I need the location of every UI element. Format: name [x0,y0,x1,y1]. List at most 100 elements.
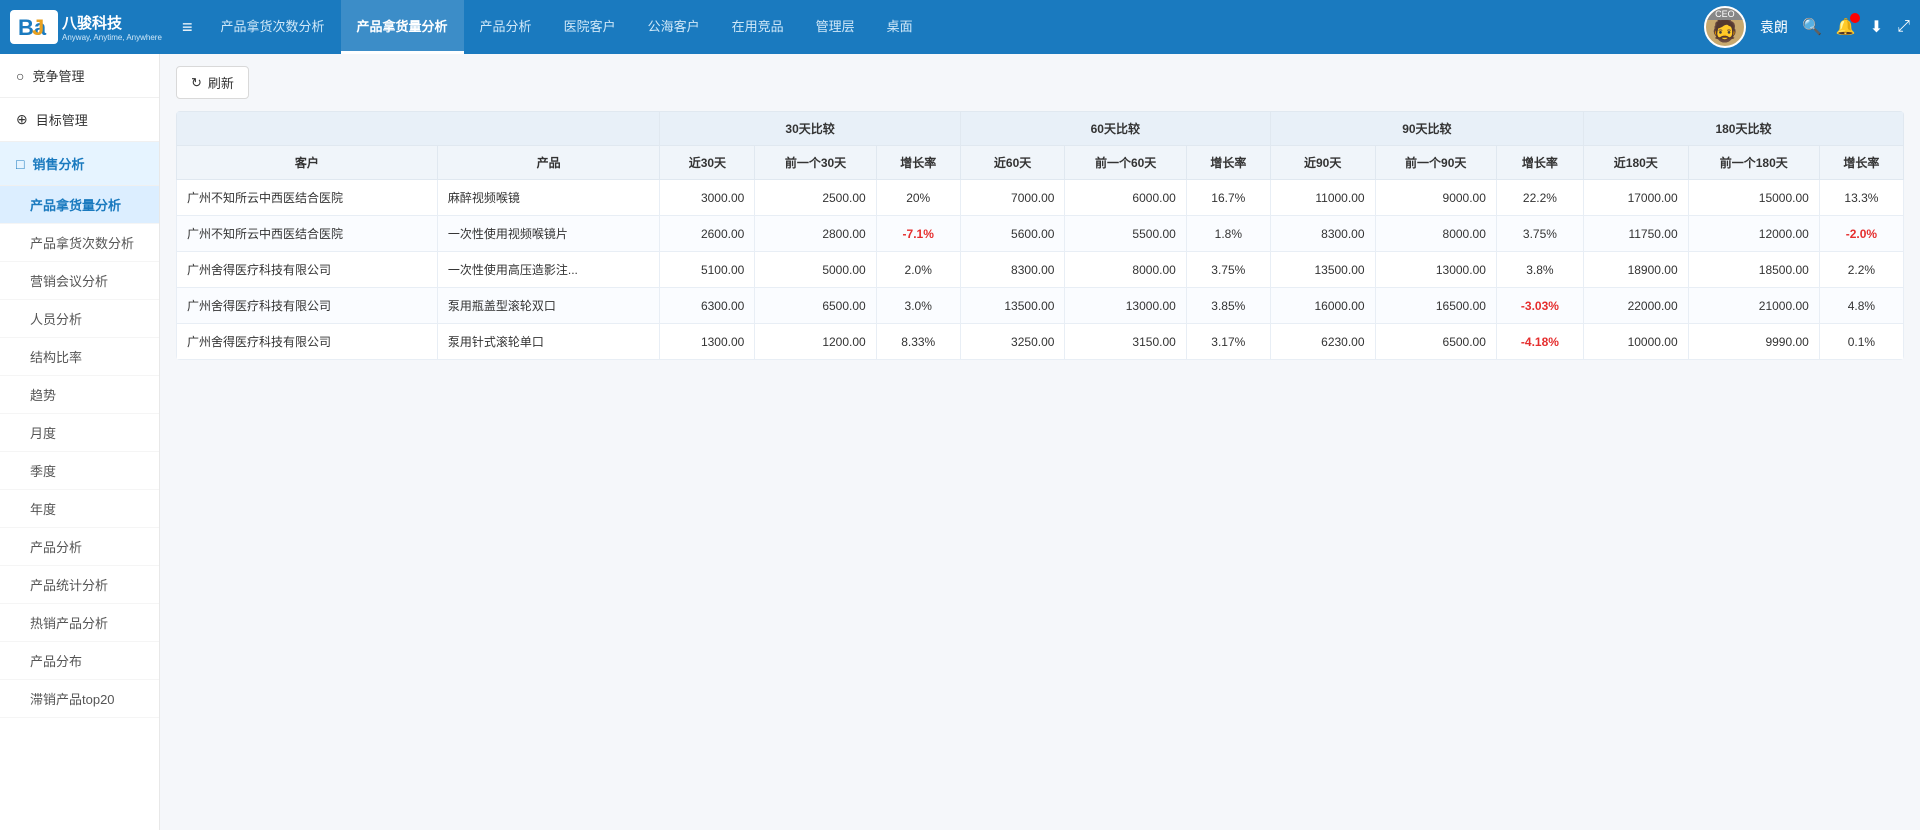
cell-r2-c13: 2.2% [1819,252,1903,288]
cell-r3-c8: 16000.00 [1270,288,1375,324]
nav-tab-tab8[interactable]: 桌面 [871,0,929,54]
menu-icon[interactable]: ≡ [182,17,193,38]
sidebar-sub-s6[interactable]: 趋势 [0,376,159,414]
sidebar-sub-s12[interactable]: 热销产品分析 [0,604,159,642]
cell-r1-c11: 11750.00 [1583,216,1688,252]
col-header-5: 近60天 [960,146,1065,180]
col-header-9: 前一个90天 [1375,146,1496,180]
sidebar-sub-s14[interactable]: 滞销产品top20 [0,680,159,718]
bell-badge [1850,13,1860,23]
top-navigation: Ba J 八骏科技 Anyway, Anytime, Anywhere ≡ 产品… [0,0,1920,54]
cell-r4-c9: 6500.00 [1375,324,1496,360]
col-header-13: 增长率 [1819,146,1903,180]
nav-tab-tab5[interactable]: 公海客户 [632,0,716,54]
cell-r0-c8: 11000.00 [1270,180,1375,216]
col-header-10: 增长率 [1496,146,1583,180]
avatar: CEO 🧔 [1704,6,1746,48]
cell-r3-c3: 6500.00 [755,288,876,324]
sidebar-sub-s11[interactable]: 产品统计分析 [0,566,159,604]
cell-r4-c6: 3150.00 [1065,324,1186,360]
username: 袁朗 [1760,17,1788,37]
nav-tab-tab2[interactable]: 产品拿货量分析 [341,0,464,54]
cell-r4-c11: 10000.00 [1583,324,1688,360]
col-header-12: 前一个180天 [1688,146,1819,180]
cell-r3-c5: 13500.00 [960,288,1065,324]
cell-r4-c8: 6230.00 [1270,324,1375,360]
sidebar: ○竞争管理⊕目标管理□销售分析产品拿货量分析产品拿货次数分析营销会议分析人员分析… [0,54,160,830]
cell-r2-c0: 广州舍得医疗科技有限公司 [177,252,438,288]
cell-r0-c4: 20% [876,180,960,216]
cell-r4-c13: 0.1% [1819,324,1903,360]
sidebar-icon-g3: □ [16,156,24,172]
nav-tab-tab3[interactable]: 产品分析 [464,0,548,54]
cell-r3-c2: 6300.00 [660,288,755,324]
sidebar-item-g2[interactable]: ⊕目标管理 [0,98,159,142]
cell-r2-c2: 5100.00 [660,252,755,288]
logo-box: Ba J [10,10,58,44]
cell-r4-c4: 8.33% [876,324,960,360]
cell-r1-c1: 一次性使用视频喉镜片 [437,216,660,252]
sidebar-icon-g2: ⊕ [16,111,28,128]
cell-r2-c3: 5000.00 [755,252,876,288]
sidebar-item-g1[interactable]: ○竞争管理 [0,54,159,98]
data-table: 30天比较60天比较90天比较180天比较客户产品近30天前一个30天增长率近6… [176,111,1904,360]
sidebar-sub-s2[interactable]: 产品拿货次数分析 [0,224,159,262]
table-wrapper: 30天比较60天比较90天比较180天比较客户产品近30天前一个30天增长率近6… [176,111,1904,360]
sidebar-sub-s8[interactable]: 季度 [0,452,159,490]
logo-text: 八骏科技 Anyway, Anytime, Anywhere [58,12,162,42]
col-header-8: 近90天 [1270,146,1375,180]
table-row: 广州不知所云中西医结合医院麻醉视频喉镜3000.002500.0020%7000… [177,180,1904,216]
cell-r4-c1: 泵用针式滚轮单口 [437,324,660,360]
main-layout: ○竞争管理⊕目标管理□销售分析产品拿货量分析产品拿货次数分析营销会议分析人员分析… [0,54,1920,830]
bell-container: 🔔 [1836,17,1856,37]
cell-r3-c0: 广州舍得医疗科技有限公司 [177,288,438,324]
header-group-1: 30天比较 [660,112,960,146]
cell-r1-c0: 广州不知所云中西医结合医院 [177,216,438,252]
cell-r2-c12: 18500.00 [1688,252,1819,288]
cell-r1-c9: 8000.00 [1375,216,1496,252]
avatar-face: 🧔 [1711,18,1738,44]
nav-tab-tab4[interactable]: 医院客户 [548,0,632,54]
cell-r0-c13: 13.3% [1819,180,1903,216]
sidebar-sub-s13[interactable]: 产品分布 [0,642,159,680]
cell-r1-c5: 5600.00 [960,216,1065,252]
nav-tab-tab1[interactable]: 产品拿货次数分析 [205,0,341,54]
logo-en: Anyway, Anytime, Anywhere [62,33,162,42]
col-header-6: 前一个60天 [1065,146,1186,180]
expand-icon[interactable]: ⤢ [1897,18,1910,36]
cell-r2-c11: 18900.00 [1583,252,1688,288]
nav-tab-tab6[interactable]: 在用竞品 [716,0,800,54]
cell-r1-c6: 5500.00 [1065,216,1186,252]
sidebar-icon-g1: ○ [16,68,24,84]
nav-tab-tab7[interactable]: 管理层 [800,0,871,54]
sidebar-sub-s3[interactable]: 营销会议分析 [0,262,159,300]
cell-r3-c1: 泵用瓶盖型滚轮双口 [437,288,660,324]
cell-r2-c10: 3.8% [1496,252,1583,288]
table-row: 广州舍得医疗科技有限公司一次性使用高压造影注...5100.005000.00 2… [177,252,1904,288]
sidebar-sub-s10[interactable]: 产品分析 [0,528,159,566]
cell-r2-c5: 8300.00 [960,252,1065,288]
cell-r2-c1: 一次性使用高压造影注... [437,252,660,288]
sidebar-sub-s9[interactable]: 年度 [0,490,159,528]
refresh-label: 刷新 [208,73,234,92]
cell-r4-c3: 1200.00 [755,324,876,360]
header-group-2: 60天比较 [960,112,1270,146]
cell-r1-c8: 8300.00 [1270,216,1375,252]
sidebar-sub-s1[interactable]: 产品拿货量分析 [0,186,159,224]
sidebar-item-g3[interactable]: □销售分析 [0,142,159,186]
cell-r0-c7: 16.7% [1186,180,1270,216]
cell-r3-c6: 13000.00 [1065,288,1186,324]
sidebar-sub-s7[interactable]: 月度 [0,414,159,452]
sidebar-sub-s4[interactable]: 人员分析 [0,300,159,338]
table-row: 广州舍得医疗科技有限公司泵用针式滚轮单口1300.001200.008.33%3… [177,324,1904,360]
cell-r4-c10: -4.18% [1496,324,1583,360]
sidebar-sub-s5[interactable]: 结构比率 [0,338,159,376]
cell-r0-c10: 22.2% [1496,180,1583,216]
download-icon[interactable]: ⬇ [1870,17,1883,37]
refresh-icon: ↻ [191,75,202,91]
refresh-button[interactable]: ↻ 刷新 [176,66,249,99]
cell-r2-c9: 13000.00 [1375,252,1496,288]
cell-r3-c12: 21000.00 [1688,288,1819,324]
search-icon[interactable]: 🔍 [1802,17,1822,37]
cell-r1-c10: 3.75% [1496,216,1583,252]
